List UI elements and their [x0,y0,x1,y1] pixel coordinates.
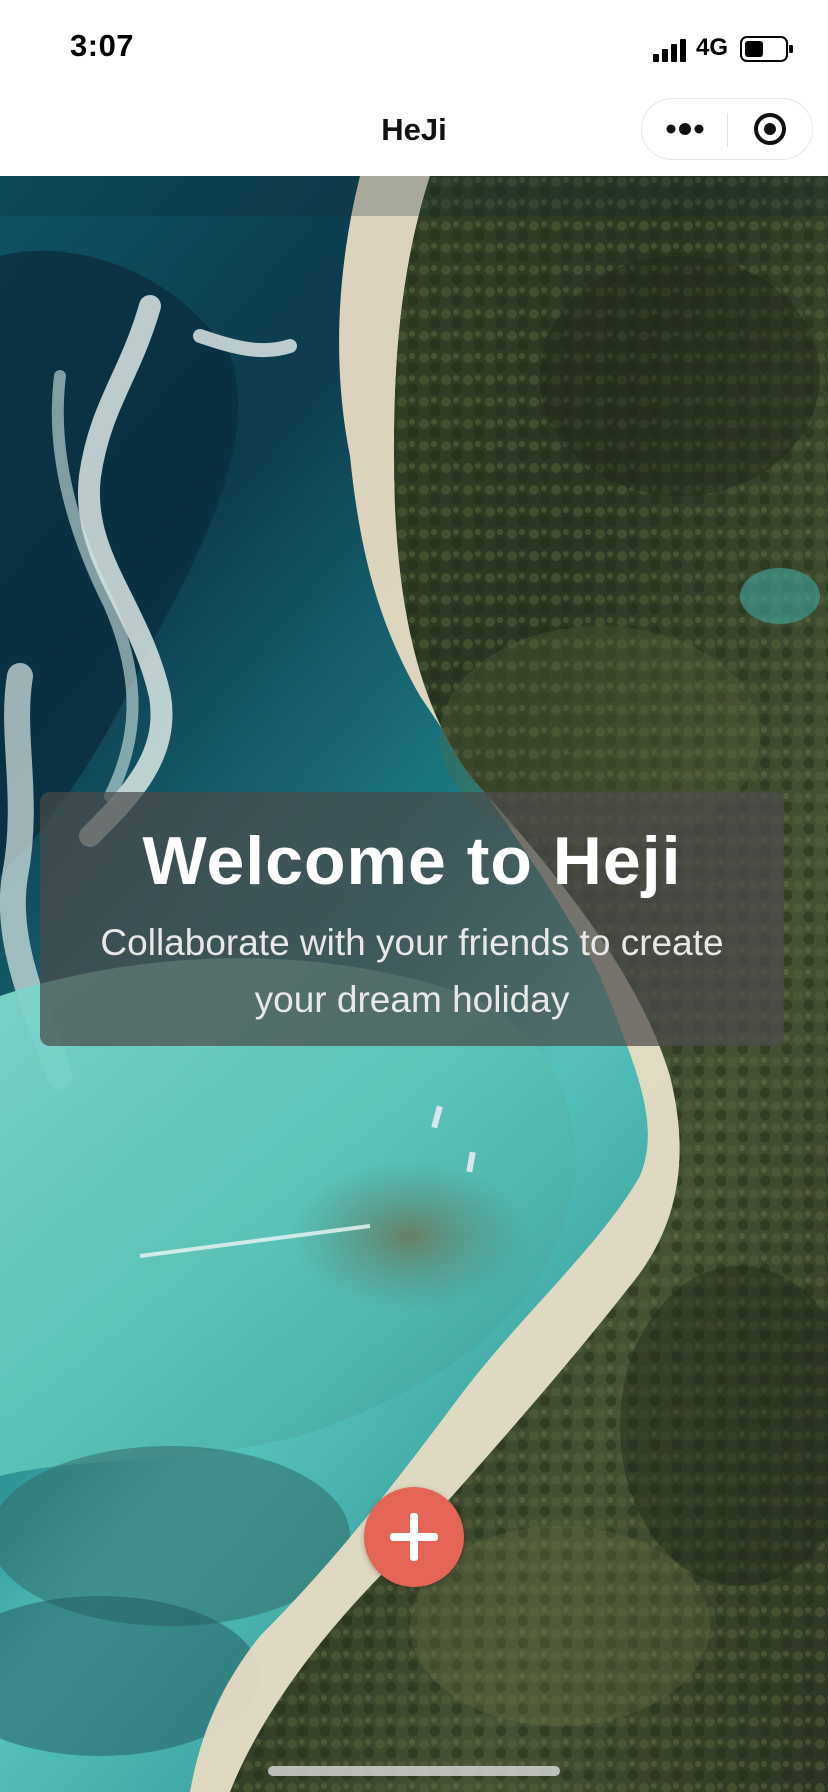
status-bar: 3:07 4G [0,0,828,92]
target-icon [754,113,786,145]
add-trip-button[interactable] [364,1487,464,1587]
more-button[interactable] [642,99,727,159]
plus-icon [390,1513,438,1561]
more-dots-icon [666,123,704,135]
signal-icon [653,39,686,62]
mini-program-capsule [641,98,813,160]
welcome-subtitle: Collaborate with your friends to create … [100,922,724,1020]
home-indicator[interactable] [268,1766,560,1776]
nav-bar: HeJi [0,92,828,176]
battery-icon [740,36,793,62]
screen: 3:07 4G HeJi Welcome to Heji Collaborate… [0,0,828,1792]
network-label: 4G [696,34,729,61]
status-time: 3:07 [70,28,135,63]
close-button[interactable] [728,99,812,159]
welcome-card: Welcome to Heji Collaborate with your fr… [40,792,784,1046]
welcome-title: Welcome to Heji [142,823,682,899]
